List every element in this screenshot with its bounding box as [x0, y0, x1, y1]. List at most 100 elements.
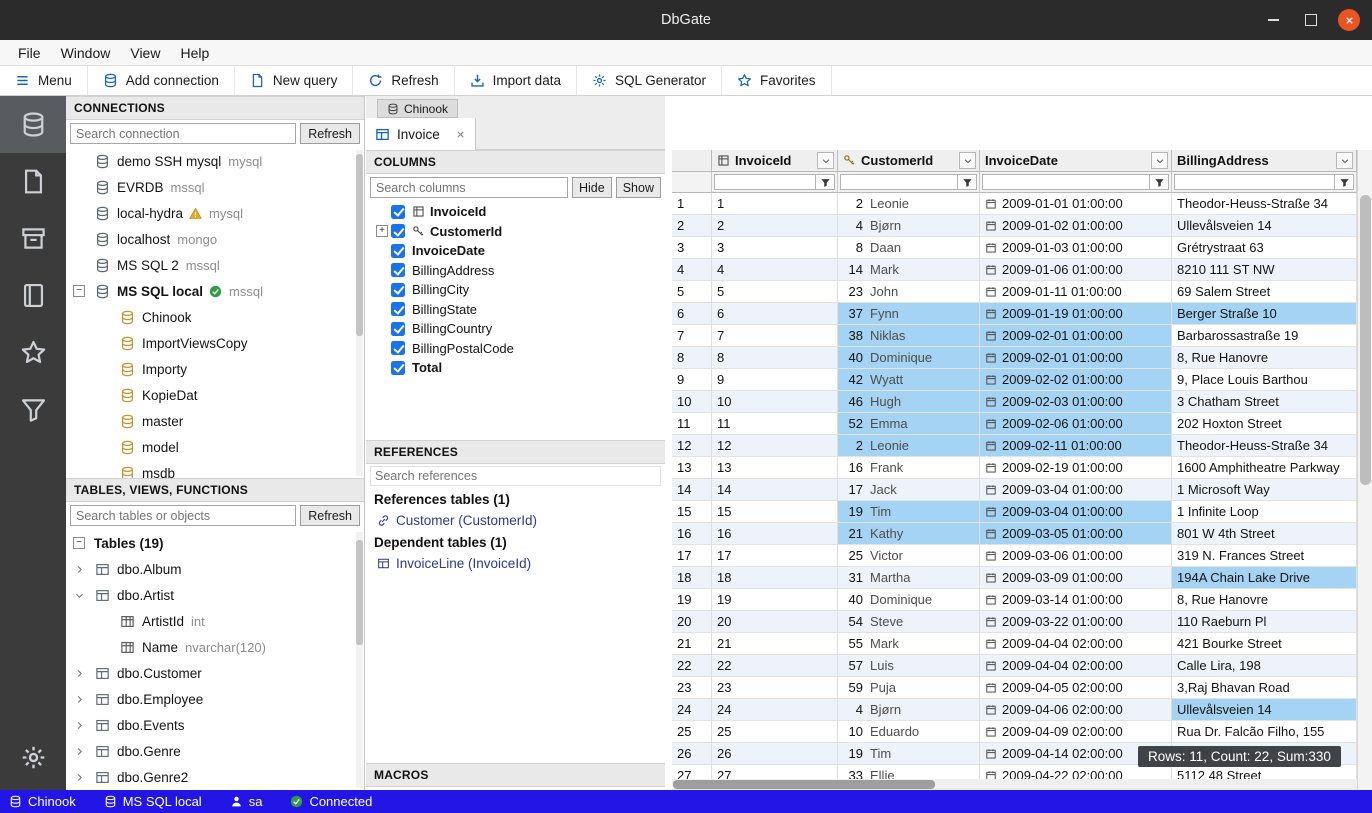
row-number[interactable]: 7: [672, 325, 712, 347]
row-number[interactable]: 24: [672, 699, 712, 721]
collapse-icon[interactable]: −: [73, 285, 85, 297]
column-item-total[interactable]: Total: [366, 358, 665, 378]
cell-invoiceid[interactable]: 1: [712, 193, 838, 215]
cell-invoiceid[interactable]: 11: [712, 413, 838, 435]
table-dbo-events[interactable]: dbo.Events: [66, 712, 364, 738]
column-checkbox[interactable]: [391, 361, 405, 375]
cell-invoiceid[interactable]: 13: [712, 457, 838, 479]
cell-invoiceid[interactable]: 2: [712, 215, 838, 237]
cell-customerid[interactable]: 8Daan: [838, 237, 980, 259]
maximize-icon[interactable]: [1300, 9, 1322, 31]
cell-billingaddress[interactable]: 8210 111 ST NW: [1172, 259, 1357, 281]
cell-invoicedate[interactable]: 2009-01-01 01:00:00: [980, 193, 1172, 215]
chevron-down-icon[interactable]: [71, 587, 87, 603]
row-number[interactable]: 26: [672, 743, 712, 765]
cell-billingaddress[interactable]: 9, Place Louis Barthou: [1172, 369, 1357, 391]
row-number[interactable]: 9: [672, 369, 712, 391]
cell-invoiceid[interactable]: 19: [712, 589, 838, 611]
row-number[interactable]: 6: [672, 303, 712, 325]
connection-ms-sql-local[interactable]: −MS SQL localmssql: [66, 278, 364, 304]
cell-invoicedate[interactable]: 2009-03-05 01:00:00: [980, 523, 1172, 545]
cell-customerid[interactable]: 59Puja: [838, 677, 980, 699]
cell-invoiceid[interactable]: 8: [712, 347, 838, 369]
column-item-billingstate[interactable]: BillingState: [366, 300, 665, 320]
cell-invoicedate[interactable]: 2009-02-19 01:00:00: [980, 457, 1172, 479]
cell-billingaddress[interactable]: Theodor-Heuss-Straße 34: [1172, 193, 1357, 215]
toolbar-add-connection-button[interactable]: Add connection: [88, 66, 235, 95]
cell-customerid[interactable]: 54Steve: [838, 611, 980, 633]
column-item-invoicedate[interactable]: InvoiceDate: [366, 241, 665, 261]
row-number[interactable]: 5: [672, 281, 712, 303]
cell-customerid[interactable]: 16Frank: [838, 457, 980, 479]
filter-icon[interactable]: [816, 174, 835, 190]
cell-invoicedate[interactable]: 2009-02-06 01:00:00: [980, 413, 1172, 435]
table-dbo-album[interactable]: dbo.Album: [66, 556, 364, 582]
cell-customerid[interactable]: 31Martha: [838, 567, 980, 589]
row-number[interactable]: 8: [672, 347, 712, 369]
cell-invoicedate[interactable]: 2009-02-03 01:00:00: [980, 391, 1172, 413]
cell-invoiceid[interactable]: 25: [712, 721, 838, 743]
column-checkbox[interactable]: [391, 263, 405, 277]
reference-customer-customerid[interactable]: Customer (CustomerId): [366, 510, 665, 531]
cell-invoicedate[interactable]: 2009-04-09 02:00:00: [980, 721, 1172, 743]
tables-scrollbar[interactable]: [356, 532, 363, 788]
cell-invoicedate[interactable]: 2009-04-04 02:00:00: [980, 633, 1172, 655]
cell-invoicedate[interactable]: 2009-01-06 01:00:00: [980, 259, 1172, 281]
toolbar-import-data-button[interactable]: Import data: [455, 66, 577, 95]
database-master[interactable]: master: [66, 408, 364, 434]
row-number[interactable]: 13: [672, 457, 712, 479]
cell-invoicedate[interactable]: 2009-03-04 01:00:00: [980, 479, 1172, 501]
cell-customerid[interactable]: 40Dominique: [838, 589, 980, 611]
rail-archive-button[interactable]: [0, 210, 66, 267]
cell-invoicedate[interactable]: 2009-04-04 02:00:00: [980, 655, 1172, 677]
database-kopiedat[interactable]: KopieDat: [66, 382, 364, 408]
menu-help[interactable]: Help: [170, 42, 219, 64]
row-number[interactable]: 18: [672, 567, 712, 589]
cell-billingaddress[interactable]: 3 Chatham Street: [1172, 391, 1357, 413]
column-item-customerid[interactable]: +CustomerId: [366, 222, 665, 242]
cell-customerid[interactable]: 14Mark: [838, 259, 980, 281]
cell-invoicedate[interactable]: 2009-03-06 01:00:00: [980, 545, 1172, 567]
database-importviewscopy[interactable]: ImportViewsCopy: [66, 330, 364, 356]
cell-customerid[interactable]: 38Niklas: [838, 325, 980, 347]
row-number[interactable]: 21: [672, 633, 712, 655]
hide-button[interactable]: Hide: [572, 177, 612, 198]
cell-invoiceid[interactable]: 14: [712, 479, 838, 501]
column-checkbox[interactable]: [391, 205, 405, 219]
database-model[interactable]: model: [66, 434, 364, 460]
cell-invoicedate[interactable]: 2009-03-04 01:00:00: [980, 501, 1172, 523]
grid-horizontal-scrollbar[interactable]: [672, 779, 1357, 790]
cell-billingaddress[interactable]: 1600 Amphitheatre Parkway: [1172, 457, 1357, 479]
cell-billingaddress[interactable]: 421 Bourke Street: [1172, 633, 1357, 655]
column-item-billingcity[interactable]: BillingCity: [366, 280, 665, 300]
tables-search-input[interactable]: [70, 505, 296, 526]
cell-billingaddress[interactable]: Berger Straße 10: [1172, 303, 1357, 325]
cell-invoicedate[interactable]: 2009-03-14 01:00:00: [980, 589, 1172, 611]
cell-customerid[interactable]: 2Leonie: [838, 193, 980, 215]
cell-customerid[interactable]: 10Eduardo: [838, 721, 980, 743]
cell-invoicedate[interactable]: 2009-02-01 01:00:00: [980, 325, 1172, 347]
collapse-icon[interactable]: −: [73, 537, 85, 549]
cell-invoiceid[interactable]: 10: [712, 391, 838, 413]
table-dbo-artist[interactable]: dbo.Artist: [66, 582, 364, 608]
cell-billingaddress[interactable]: 69 Salem Street: [1172, 281, 1357, 303]
grid-column-header-customerid[interactable]: CustomerId: [838, 150, 980, 172]
cell-billingaddress[interactable]: 202 Hoxton Street: [1172, 413, 1357, 435]
column-menu-icon[interactable]: [1151, 152, 1168, 169]
connection-localhost[interactable]: localhostmongo: [66, 226, 364, 252]
toolbar-sql-generator-button[interactable]: SQL Generator: [577, 66, 722, 95]
grid-vertical-scrollbar[interactable]: [1357, 150, 1372, 790]
cell-customerid[interactable]: 42Wyatt: [838, 369, 980, 391]
cell-billingaddress[interactable]: 1 Infinite Loop: [1172, 501, 1357, 523]
cell-invoiceid[interactable]: 12: [712, 435, 838, 457]
row-number[interactable]: 3: [672, 237, 712, 259]
toolbar-new-query-button[interactable]: New query: [235, 66, 354, 95]
column-item-billingaddress[interactable]: BillingAddress: [366, 261, 665, 281]
cell-billingaddress[interactable]: Barbarossastraße 19: [1172, 325, 1357, 347]
cell-invoicedate[interactable]: 2009-04-05 02:00:00: [980, 677, 1172, 699]
table-column-artistid[interactable]: ArtistIdint: [66, 608, 364, 634]
cell-customerid[interactable]: 52Emma: [838, 413, 980, 435]
close-icon[interactable]: [1338, 9, 1360, 31]
chevron-right-icon[interactable]: [71, 743, 87, 759]
cell-invoiceid[interactable]: 4: [712, 259, 838, 281]
